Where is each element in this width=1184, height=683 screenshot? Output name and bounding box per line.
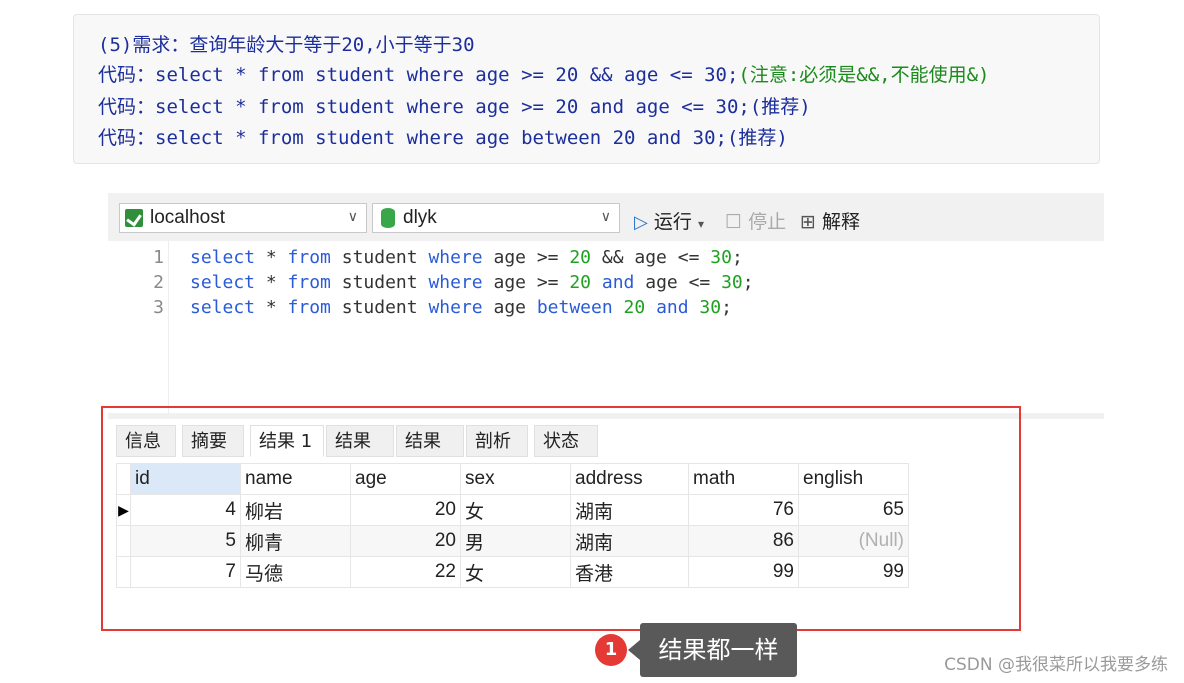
note-prefix: 代码： xyxy=(98,96,156,118)
line-number: 1 xyxy=(153,247,164,268)
note-code-line-2: 代码：select * from student where age >= 20… xyxy=(98,95,811,119)
database-select[interactable]: dlyk ∨ xyxy=(372,203,620,233)
query-toolbar: localhost ∨ dlyk ∨ ▷ 运行 ▾ ☐ 停止 ⊞ 解释 xyxy=(108,193,1104,241)
connection-select[interactable]: localhost ∨ xyxy=(119,203,367,233)
sql-editor[interactable]: 1 2 3 select * from student where age >=… xyxy=(108,241,1104,413)
explain-label: 解释 xyxy=(821,211,860,233)
code-line-3: select * from student where age between … xyxy=(190,297,732,318)
explain-icon: ⊞ xyxy=(800,211,816,233)
watermark: CSDN @我很菜所以我要多练 xyxy=(944,655,1168,675)
stop-icon: ☐ xyxy=(725,211,743,233)
connection-label: localhost xyxy=(150,207,225,228)
note-remark: (注意:必须是&&,不能使用&) xyxy=(738,64,990,86)
stop-label: 停止 xyxy=(748,211,787,233)
line-number: 3 xyxy=(153,297,164,318)
run-button[interactable]: ▷ 运行 ▾ xyxy=(634,207,704,234)
code-line-1: select * from student where age >= 20 &&… xyxy=(190,247,743,268)
note-code-line-3: 代码：select * from student where age betwe… xyxy=(98,126,788,150)
note-prefix: 代码： xyxy=(98,64,156,86)
line-number-gutter: 1 2 3 xyxy=(108,241,169,413)
note-remark: (推荐) xyxy=(749,96,811,118)
note-requirement: (5)需求：查询年龄大于等于20,小于等于30 xyxy=(98,34,475,56)
annotation-badge: 1 xyxy=(595,634,627,666)
highlight-box xyxy=(101,406,1021,631)
note-code-line-1: 代码：select * from student where age >= 20… xyxy=(98,63,989,87)
note-remark: (推荐) xyxy=(726,127,788,149)
run-dropdown-icon[interactable]: ▾ xyxy=(698,217,704,231)
database-icon xyxy=(381,208,395,228)
code-note-block: (5)需求：查询年龄大于等于20,小于等于30 代码：select * from… xyxy=(73,14,1100,164)
run-label: 运行 xyxy=(653,211,692,233)
play-icon: ▷ xyxy=(634,212,648,233)
note-prefix: 代码： xyxy=(98,127,156,149)
note-code: select * from student where age between … xyxy=(155,127,727,149)
annotation-callout: 结果都一样 xyxy=(628,623,797,677)
database-label: dlyk xyxy=(403,207,437,228)
line-number: 2 xyxy=(153,272,164,293)
chevron-down-icon: ∨ xyxy=(347,209,358,225)
connection-icon xyxy=(125,209,143,227)
note-code: select * from student where age >= 20 an… xyxy=(155,96,750,118)
stop-button[interactable]: ☐ 停止 xyxy=(725,207,786,234)
explain-button[interactable]: ⊞ 解释 xyxy=(800,207,860,234)
code-line-2: select * from student where age >= 20 an… xyxy=(190,272,754,293)
chevron-down-icon: ∨ xyxy=(600,209,611,225)
note-code: select * from student where age >= 20 &&… xyxy=(155,64,739,86)
